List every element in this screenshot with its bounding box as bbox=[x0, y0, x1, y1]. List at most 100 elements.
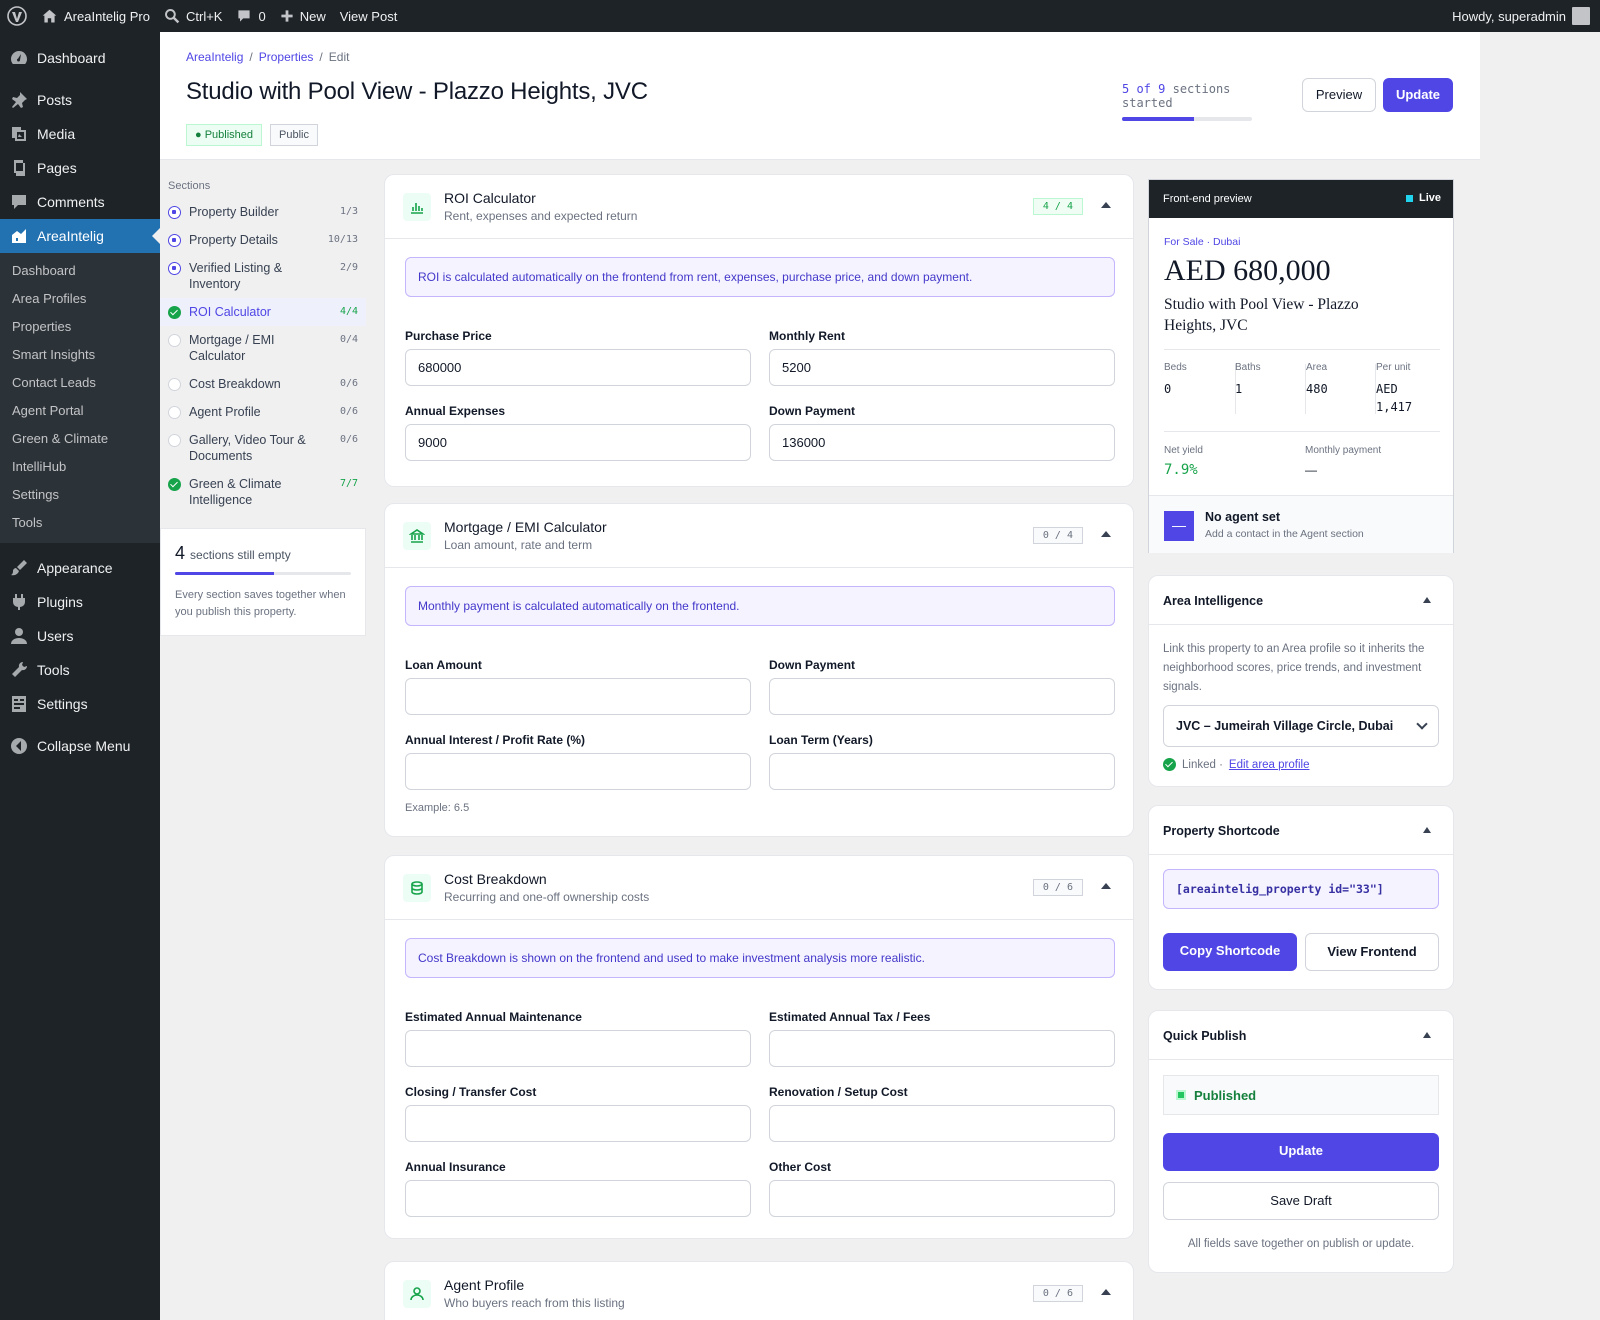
agent-title: Agent Profile bbox=[444, 1277, 525, 1293]
section-nav-item[interactable]: Green & Climate Intelligence 7/7 bbox=[160, 470, 366, 514]
menu-item-comments[interactable]: Comments bbox=[0, 185, 160, 219]
wordpress-logo-button[interactable] bbox=[0, 0, 34, 32]
site-name-link[interactable]: AreaIntelig Pro bbox=[34, 0, 157, 32]
interest-rate-input[interactable] bbox=[405, 753, 751, 790]
wordpress-icon bbox=[7, 6, 27, 26]
search-button[interactable]: Ctrl+K bbox=[157, 0, 229, 32]
collapse-caret-icon[interactable] bbox=[1101, 883, 1111, 889]
monthly-payment-label: Monthly payment bbox=[1305, 445, 1382, 456]
submenu-item-settings[interactable]: Settings bbox=[0, 481, 160, 509]
view-frontend-button[interactable]: View Frontend bbox=[1305, 933, 1439, 971]
section-nav-item[interactable]: Cost Breakdown 0/6 bbox=[160, 370, 366, 398]
menu-item-pages[interactable]: Pages bbox=[0, 151, 160, 185]
menu-item-dashboard[interactable]: Dashboard bbox=[0, 41, 160, 75]
area-profile-select[interactable]: JVC – Jumeirah Village Circle, Dubai bbox=[1163, 705, 1439, 747]
new-content-button[interactable]: New bbox=[273, 0, 333, 32]
collapse-caret-icon[interactable] bbox=[1423, 827, 1431, 833]
renovation-cost-input[interactable] bbox=[769, 1105, 1115, 1142]
annual-tax-input[interactable] bbox=[769, 1030, 1115, 1067]
menu-item-users[interactable]: Users bbox=[0, 619, 160, 653]
copy-shortcode-button[interactable]: Copy Shortcode bbox=[1163, 933, 1297, 971]
breadcrumb-areaintelig[interactable]: AreaIntelig bbox=[186, 50, 243, 64]
empty-sections-summary: 4 sections still empty Every section sav… bbox=[160, 528, 366, 636]
section-nav-item[interactable]: ROI Calculator 4/4 bbox=[160, 298, 366, 326]
submenu-item-contact-leads[interactable]: Contact Leads bbox=[0, 369, 160, 397]
section-nav-count: 7/7 bbox=[339, 478, 358, 489]
submenu-item-green-climate[interactable]: Green & Climate bbox=[0, 425, 160, 453]
search-shortcut: Ctrl+K bbox=[186, 8, 223, 24]
menu-item-media[interactable]: Media bbox=[0, 117, 160, 151]
section-nav-item[interactable]: Agent Profile 0/6 bbox=[160, 398, 366, 426]
roi-card-header[interactable]: ROI Calculator Rent, expenses and expect… bbox=[385, 175, 1133, 239]
annual-insurance-input[interactable] bbox=[405, 1180, 751, 1217]
submenu-item-tools[interactable]: Tools bbox=[0, 509, 160, 537]
submenu-item-area-profiles[interactable]: Area Profiles bbox=[0, 285, 160, 313]
publish-update-button[interactable]: Update bbox=[1163, 1133, 1439, 1171]
menu-item-settings[interactable]: Settings bbox=[0, 687, 160, 721]
update-button[interactable]: Update bbox=[1383, 78, 1453, 112]
loan-term-input[interactable] bbox=[769, 753, 1115, 790]
status-badge-label: Published bbox=[204, 129, 254, 141]
frontend-preview-card: Front-end preview Live For Sale · Dubai … bbox=[1148, 179, 1454, 553]
submenu-item-intellihub[interactable]: IntelliHub bbox=[0, 453, 160, 481]
section-nav-item[interactable]: Verified Listing & Inventory 2/9 bbox=[160, 254, 366, 298]
other-cost-input[interactable] bbox=[769, 1180, 1115, 1217]
section-nav-item[interactable]: Gallery, Video Tour & Documents 0/6 bbox=[160, 426, 366, 470]
stat-per-unit: Per unit AED 1,417 bbox=[1376, 362, 1440, 416]
purchase-price-input[interactable]: 680000 bbox=[405, 349, 751, 386]
user-account-menu[interactable]: Howdy, superadmin bbox=[1445, 0, 1600, 32]
section-nav-item[interactable]: Mortgage / EMI Calculator 0/4 bbox=[160, 326, 366, 370]
submenu-item-smart-insights[interactable]: Smart Insights bbox=[0, 341, 160, 369]
agent-card-header[interactable]: Agent Profile Who buyers reach from this… bbox=[385, 1262, 1133, 1320]
menu-item-plugins[interactable]: Plugins bbox=[0, 585, 160, 619]
cost-card-header[interactable]: Cost Breakdown Recurring and one-off own… bbox=[385, 856, 1133, 920]
collapse-caret-icon[interactable] bbox=[1423, 1032, 1431, 1038]
collapse-caret-icon[interactable] bbox=[1101, 1289, 1111, 1295]
users-icon bbox=[11, 628, 27, 644]
breadcrumb-properties[interactable]: Properties bbox=[259, 50, 314, 64]
area-intel-header[interactable]: Area Intelligence bbox=[1149, 576, 1453, 625]
empty-label: sections still empty bbox=[190, 548, 291, 562]
collapse-caret-icon[interactable] bbox=[1101, 202, 1111, 208]
shortcode-value[interactable]: [areaintelig_property id="33"] bbox=[1163, 869, 1439, 909]
menu-item-appearance[interactable]: Appearance bbox=[0, 551, 160, 585]
menu-item-tools[interactable]: Tools bbox=[0, 653, 160, 687]
section-nav-count: 1/3 bbox=[339, 206, 358, 217]
preview-button[interactable]: Preview bbox=[1302, 78, 1376, 112]
mortgage-card-header[interactable]: Mortgage / EMI Calculator Loan amount, r… bbox=[385, 504, 1133, 568]
submenu-item-agent-portal[interactable]: Agent Portal bbox=[0, 397, 160, 425]
comments-link[interactable]: 0 bbox=[229, 0, 272, 32]
menu-item-areaintelig[interactable]: AreaIntelig bbox=[0, 219, 160, 253]
shortcode-header[interactable]: Property Shortcode bbox=[1149, 806, 1453, 855]
agent-subtitle: Who buyers reach from this listing bbox=[444, 1296, 625, 1310]
quick-publish-header[interactable]: Quick Publish bbox=[1149, 1011, 1453, 1060]
agent-avatar: — bbox=[1164, 511, 1194, 541]
closing-cost-input[interactable] bbox=[405, 1105, 751, 1142]
view-post-link[interactable]: View Post bbox=[333, 0, 405, 32]
loan-amount-input[interactable] bbox=[405, 678, 751, 715]
breadcrumb-current: Edit bbox=[328, 50, 350, 64]
section-nav-item[interactable]: Property Details 10/13 bbox=[160, 226, 366, 254]
mortgage-down-payment-input[interactable] bbox=[769, 678, 1115, 715]
monthly-rent-input[interactable]: 5200 bbox=[769, 349, 1115, 386]
section-nav-label: Property Builder bbox=[189, 205, 279, 219]
progress-count: 5 of 9 bbox=[1122, 82, 1166, 96]
roi-count-badge: 4 / 4 bbox=[1032, 198, 1083, 215]
edit-area-profile-link[interactable]: Edit area profile bbox=[1229, 759, 1310, 771]
submenu-item-dashboard[interactable]: Dashboard bbox=[0, 257, 160, 285]
submenu-item-properties[interactable]: Properties bbox=[0, 313, 160, 341]
annual-maintenance-input[interactable] bbox=[405, 1030, 751, 1067]
annual-expenses-input[interactable]: 9000 bbox=[405, 424, 751, 461]
empty-circle-icon bbox=[168, 434, 181, 447]
collapse-menu-button[interactable]: Collapse Menu bbox=[0, 729, 160, 763]
collapse-caret-icon[interactable] bbox=[1423, 597, 1431, 603]
visibility-badge: Public bbox=[270, 124, 318, 146]
collapse-caret-icon[interactable] bbox=[1101, 531, 1111, 537]
down-payment-input[interactable]: 136000 bbox=[769, 424, 1115, 461]
check-circle-icon bbox=[168, 306, 181, 319]
field-label: Annual Expenses bbox=[405, 404, 506, 418]
save-draft-button[interactable]: Save Draft bbox=[1163, 1182, 1439, 1220]
menu-item-posts[interactable]: Posts bbox=[0, 83, 160, 117]
section-nav-item[interactable]: Property Builder 1/3 bbox=[160, 198, 366, 226]
breadcrumb: AreaIntelig / Properties / Edit bbox=[186, 50, 349, 64]
